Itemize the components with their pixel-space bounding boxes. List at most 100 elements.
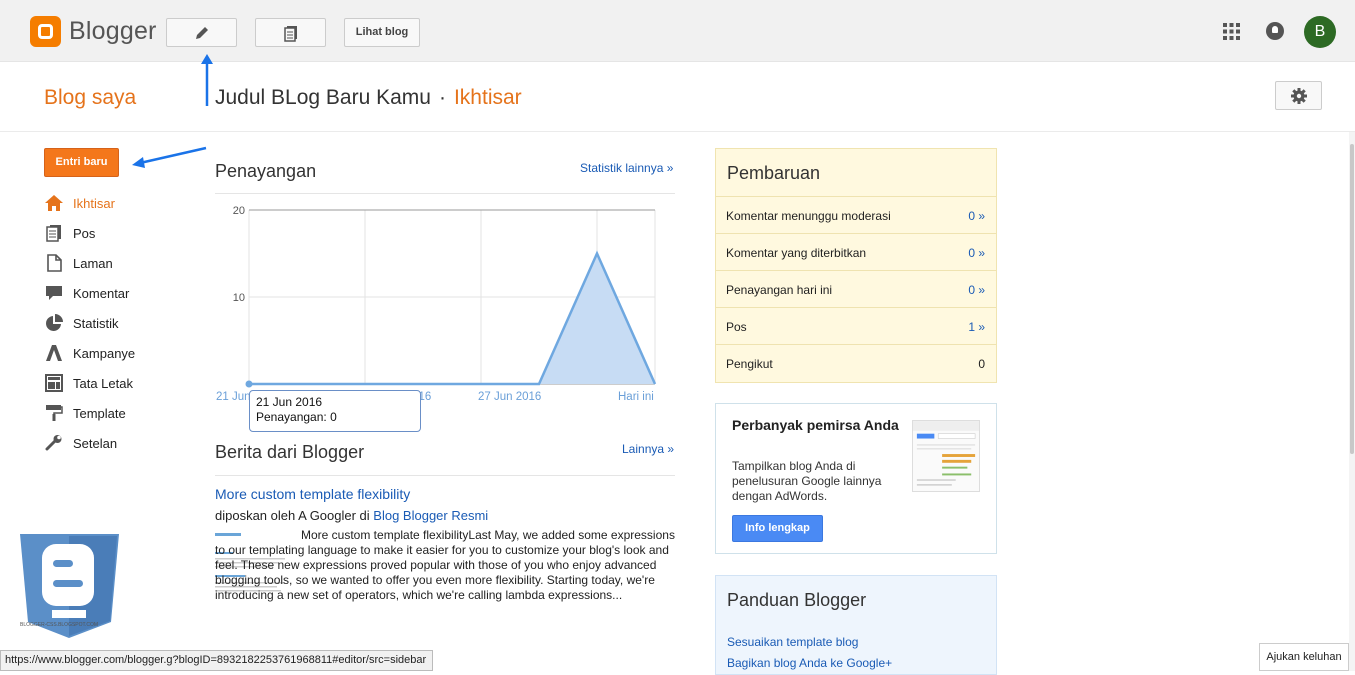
posts-icon (46, 225, 61, 242)
news-meta: diposkan oleh A Googler di Blog Blogger … (215, 508, 488, 523)
wrench-icon (45, 435, 62, 451)
adwords-promo-card: Perbanyak pemirsa Anda Tampilkan blog An… (715, 403, 997, 554)
annotation-arrow-left (132, 146, 207, 168)
comment-icon (46, 286, 62, 300)
views-divider (215, 193, 675, 194)
chart-x-tick-label: 27 Jun 2016 (478, 391, 541, 403)
views-chart: 102021 Jun25 Jun 201627 Jun 2016Hari ini (216, 205, 657, 403)
sidebar-item-pages[interactable]: Laman (44, 250, 194, 280)
blogger-guide-panel: Panduan Blogger Sesuaikan template blog … (715, 575, 997, 675)
page-title: Judul BLog Baru Kamu · Ikhtisar (215, 86, 522, 110)
guide-link-share-google-plus[interactable]: Bagikan blog Anda ke Google+ (727, 656, 892, 670)
header-divider (0, 131, 1355, 132)
my-blogs-link[interactable]: Blog saya (44, 86, 136, 110)
new-post-pencil-button[interactable] (166, 18, 237, 47)
status-bar-url: https://www.blogger.com/blogger.g?blogID… (0, 650, 434, 671)
account-avatar[interactable]: B (1304, 16, 1336, 48)
blog-title[interactable]: Judul BLog Baru Kamu (215, 86, 431, 109)
update-value-link[interactable]: 1 » (968, 320, 985, 334)
home-icon (45, 195, 63, 211)
posts-icon (284, 26, 297, 42)
update-value-link[interactable]: 0 » (968, 283, 985, 297)
sidebar-item-label: Pos (73, 226, 96, 241)
title-separator: · (438, 86, 446, 109)
chart-y-tick-label: 20 (233, 205, 245, 217)
sidebar-item-label: Laman (73, 256, 113, 271)
section-title: Ikhtisar (453, 86, 522, 109)
paint-roller-icon (46, 405, 63, 421)
chart-x-tick-label: Hari ini (618, 391, 654, 403)
more-stats-link[interactable]: Statistik lainnya » (580, 161, 673, 175)
promo-heading: Perbanyak pemirsa Anda (732, 417, 899, 433)
news-divider (215, 475, 675, 476)
guide-heading: Panduan Blogger (727, 590, 867, 610)
sidebar-nav: Ikhtisar Pos Laman Komentar Statistik Ka… (44, 190, 194, 460)
sidebar-item-label: Kampanye (73, 346, 136, 361)
update-row-views-today: Penayangan hari ini 0 » (716, 270, 996, 307)
view-blog-button[interactable]: Lihat blog (344, 18, 420, 47)
update-row-posts: Pos 1 » (716, 307, 996, 344)
blogger-logo-icon[interactable] (30, 16, 61, 47)
updates-heading: Pembaruan (727, 163, 821, 183)
sidebar-item-label: Template (73, 406, 126, 421)
update-label: Pengikut (726, 357, 773, 371)
page-scrollbar[interactable] (1349, 132, 1355, 671)
scrollbar-thumb[interactable] (1350, 144, 1354, 454)
sidebar-item-label: Ikhtisar (73, 196, 115, 211)
google-search-preview-image (912, 420, 980, 492)
views-heading: Penayangan (215, 161, 317, 181)
settings-button[interactable] (1275, 81, 1322, 110)
chart-tooltip: 21 Jun 2016 Penayangan: 0 (249, 390, 421, 432)
sidebar-item-template[interactable]: Template (44, 400, 194, 430)
news-meta-prefix: diposkan oleh A Googler di (215, 508, 370, 523)
pencil-icon (196, 27, 208, 39)
news-heading: Berita dari Blogger (215, 442, 365, 462)
update-label: Komentar yang diterbitkan (726, 246, 867, 260)
chart-y-tick-label: 10 (233, 292, 245, 304)
update-value-link[interactable]: 0 » (968, 246, 985, 260)
page-icon (47, 254, 62, 272)
update-value: 0 (978, 357, 985, 371)
watermark-text: BLOGGER-CSS.BLOGSPOT.COM (20, 622, 99, 628)
chart-x-tick-label: 21 Jun (216, 391, 251, 403)
promo-text: Tampilkan blog Anda di penelusuran Googl… (732, 459, 882, 503)
posts-list-button[interactable] (255, 18, 326, 47)
sidebar-item-label: Statistik (73, 316, 119, 331)
new-post-button[interactable]: Entri baru (44, 148, 119, 177)
news-excerpt: More custom template flexibilityLast May… (215, 528, 675, 602)
update-label: Pos (726, 320, 747, 334)
update-row-pending-comments: Komentar menunggu moderasi 0 » (716, 196, 996, 233)
sidebar-item-layout[interactable]: Tata Letak (44, 370, 194, 400)
update-row-published-comments: Komentar yang diterbitkan 0 » (716, 233, 996, 270)
send-feedback-button[interactable]: Ajukan keluhan (1259, 643, 1349, 671)
update-label: Penayangan hari ini (726, 283, 833, 297)
guide-link-customize-template[interactable]: Sesuaikan template blog (727, 635, 858, 649)
sidebar-item-settings[interactable]: Setelan (44, 430, 194, 460)
pie-icon (46, 314, 63, 331)
tooltip-value: Penayangan: 0 (256, 410, 337, 424)
sidebar-item-campaigns[interactable]: Kampanye (44, 340, 194, 370)
news-blog-link[interactable]: Blog Blogger Resmi (373, 508, 488, 523)
sidebar-item-stats[interactable]: Statistik (44, 310, 194, 340)
sidebar-item-overview[interactable]: Ikhtisar (44, 190, 194, 220)
update-row-followers: Pengikut 0 (716, 344, 996, 381)
sidebar-item-label: Setelan (73, 436, 118, 451)
update-value-link[interactable]: 0 » (968, 209, 985, 223)
update-label: Komentar menunggu moderasi (726, 209, 891, 223)
blogger-logo-text[interactable]: Blogger (69, 17, 157, 46)
sidebar-item-posts[interactable]: Pos (44, 220, 194, 250)
learn-more-button[interactable]: Info lengkap (732, 515, 823, 542)
news-title-link[interactable]: More custom template flexibility (215, 486, 410, 502)
chart-data-point (245, 380, 253, 388)
more-news-link[interactable]: Lainnya » (622, 442, 674, 456)
layout-icon (45, 374, 63, 392)
sidebar-item-label: Tata Letak (73, 376, 133, 391)
sidebar-item-comments[interactable]: Komentar (44, 280, 194, 310)
annotation-arrow-up (201, 54, 213, 106)
notifications-bell-icon[interactable] (1266, 22, 1284, 40)
tooltip-date: 21 Jun 2016 (256, 395, 323, 409)
apps-grid-icon[interactable] (1223, 23, 1240, 40)
gear-icon (1291, 88, 1307, 104)
chart-area-fill (249, 253, 655, 384)
adwords-icon (46, 345, 62, 361)
